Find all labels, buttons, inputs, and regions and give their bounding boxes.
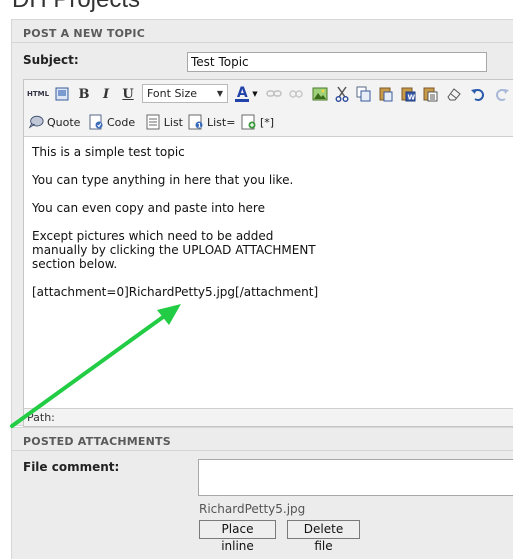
ordered-list-label: List= bbox=[207, 115, 236, 129]
cut-icon bbox=[334, 86, 350, 102]
font-size-select-label: Font Size bbox=[147, 87, 198, 100]
editor-content-area[interactable]: This is a simple test topic You can type… bbox=[24, 136, 513, 409]
font-color-letter: A bbox=[236, 84, 248, 101]
italic-icon: I bbox=[102, 86, 110, 102]
image-icon bbox=[54, 86, 70, 102]
list-item-button[interactable]: [*] bbox=[241, 111, 279, 133]
list-icon bbox=[145, 114, 161, 130]
font-color-icon: A bbox=[234, 86, 250, 102]
paste-word-button[interactable]: W bbox=[398, 83, 418, 105]
image-toggle-button[interactable] bbox=[52, 83, 72, 105]
underline-icon: U bbox=[122, 86, 134, 102]
redo-button[interactable] bbox=[492, 83, 512, 105]
editor-line: You can even copy and paste into here bbox=[32, 201, 265, 215]
subject-input[interactable] bbox=[187, 52, 487, 72]
copy-icon bbox=[356, 86, 372, 102]
editor-toolbar-row-1: HTML B I U Font Size ▼ A ▼ W bbox=[24, 82, 513, 108]
paste-word-icon: W bbox=[400, 86, 416, 102]
html-source-button[interactable]: HTML bbox=[27, 83, 49, 105]
list-label: List bbox=[163, 115, 183, 129]
attachment-filename: RichardPetty5.jpg bbox=[199, 502, 306, 516]
undo-icon bbox=[470, 86, 486, 102]
redo-icon bbox=[494, 86, 510, 102]
remove-format-button[interactable] bbox=[444, 83, 464, 105]
paste-text-button[interactable] bbox=[420, 83, 440, 105]
font-size-select[interactable]: Font Size ▼ bbox=[142, 84, 228, 103]
insert-image-button[interactable] bbox=[310, 83, 330, 105]
posted-attachments-header: POSTED ATTACHMENTS bbox=[12, 428, 513, 451]
undo-button[interactable] bbox=[468, 83, 488, 105]
file-comment-field[interactable] bbox=[198, 459, 513, 496]
list-item-label: [*] bbox=[260, 115, 275, 129]
html-icon: HTML bbox=[26, 90, 50, 98]
link-button[interactable] bbox=[264, 83, 284, 105]
ordered-list-icon: 1 bbox=[188, 114, 204, 130]
insert-image-icon bbox=[312, 86, 328, 102]
subject-label: Subject: bbox=[23, 53, 79, 67]
post-topic-title: POST A NEW TOPIC bbox=[23, 27, 145, 40]
quote-icon bbox=[28, 114, 44, 130]
list-item-icon bbox=[241, 114, 257, 130]
place-inline-button[interactable]: Place inline bbox=[199, 520, 276, 553]
rich-text-editor: HTML B I U Font Size ▼ A ▼ W Quote Code … bbox=[23, 79, 513, 427]
unlink-button[interactable] bbox=[286, 83, 306, 105]
quote-label: Quote bbox=[47, 115, 81, 129]
editor-path-bar: Path: bbox=[24, 409, 513, 426]
chevron-down-icon: ▼ bbox=[252, 90, 258, 98]
cut-button[interactable] bbox=[332, 83, 352, 105]
posted-attachments-panel: POSTED ATTACHMENTS File comment: Richard… bbox=[11, 427, 513, 559]
font-color-bar bbox=[235, 98, 250, 102]
editor-line: Except pictures which need to be added m… bbox=[32, 229, 316, 271]
underline-button[interactable]: U bbox=[118, 83, 138, 105]
editor-line: You can type anything in here that you l… bbox=[32, 173, 294, 187]
posted-attachments-title: POSTED ATTACHMENTS bbox=[23, 435, 171, 448]
eraser-icon bbox=[446, 86, 462, 102]
page-title: DH Projects bbox=[12, 0, 140, 14]
editor-toolbar-row-2: Quote Code List 1 List= [*] bbox=[24, 110, 513, 136]
svg-text:W: W bbox=[408, 94, 416, 102]
file-comment-label: File comment: bbox=[23, 460, 120, 474]
paste-button[interactable] bbox=[376, 83, 396, 105]
ordered-list-button[interactable]: 1 List= bbox=[188, 111, 236, 133]
post-topic-panel: POST A NEW TOPIC Subject: HTML B I U bbox=[11, 19, 513, 427]
unlink-icon bbox=[288, 86, 304, 102]
editor-line: [attachment=0]RichardPetty5.jpg[/attachm… bbox=[32, 285, 319, 299]
italic-button[interactable]: I bbox=[96, 83, 116, 105]
code-button[interactable]: Code bbox=[88, 111, 138, 133]
post-topic-header: POST A NEW TOPIC bbox=[12, 20, 513, 43]
list-button[interactable]: List bbox=[145, 111, 183, 133]
editor-line: This is a simple test topic bbox=[32, 145, 185, 159]
code-icon bbox=[88, 114, 104, 130]
chevron-down-icon: ▼ bbox=[216, 89, 224, 98]
paste-icon bbox=[378, 86, 394, 102]
font-color-button[interactable]: A ▼ bbox=[232, 83, 260, 105]
link-icon bbox=[266, 86, 282, 102]
quote-button[interactable]: Quote bbox=[28, 111, 82, 133]
bold-icon: B bbox=[78, 86, 90, 102]
paste-text-icon bbox=[422, 86, 438, 102]
bold-button[interactable]: B bbox=[74, 83, 94, 105]
copy-button[interactable] bbox=[354, 83, 374, 105]
svg-text:1: 1 bbox=[197, 122, 201, 129]
code-label: Code bbox=[107, 115, 136, 129]
delete-file-button[interactable]: Delete file bbox=[287, 520, 360, 553]
